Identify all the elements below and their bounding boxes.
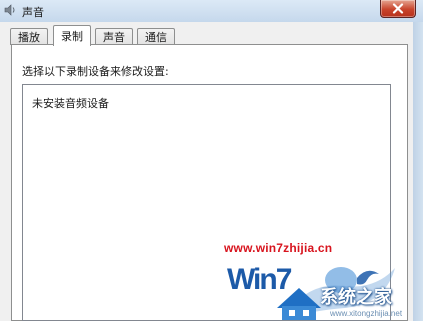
watermark-url: www.win7zhijia.cn [224,241,333,255]
watermark-logo-text: Win7 [227,263,292,296]
recording-instruction: 选择以下录制设备来修改设置: [22,65,169,78]
watermark-brand: 系统之家 [320,287,392,307]
tab-playback[interactable]: 播放 [10,28,48,45]
tab-communications[interactable]: 通信 [137,28,175,45]
close-button[interactable] [380,0,416,18]
watermark-small-url: www.xitongzhijia.net [330,309,403,318]
speaker-icon [3,3,17,17]
close-icon [392,3,404,14]
tab-recording[interactable]: 录制 [53,25,91,46]
title-bar: 声音 [0,0,423,22]
empty-device-message: 未安装音频设备 [32,97,109,110]
window-title: 声音 [22,6,44,19]
tab-sounds[interactable]: 声音 [95,28,133,45]
